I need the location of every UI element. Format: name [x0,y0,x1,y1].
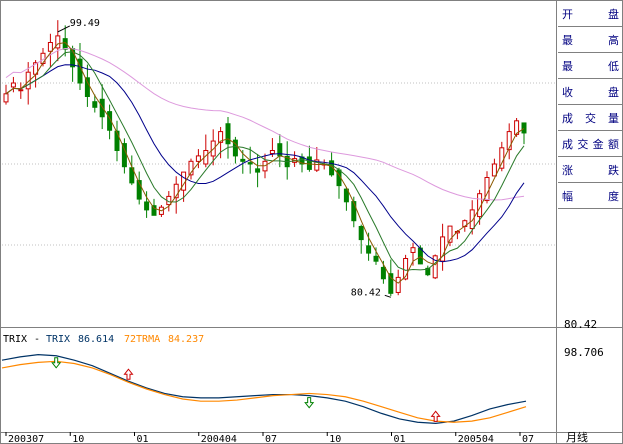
indicator-panel [1,354,527,424]
candle-body [395,276,401,293]
min-label: 80.42 [351,287,381,298]
indicator-header: TRIX - TRIX 86.614 72TRMA 84.237 [3,334,204,345]
trix-value: 86.614 [78,334,114,345]
max-leader [57,25,71,33]
chart-canvas: 99.49 80.42 200307 10 01 200404 07 10 01 200504 0… [0,0,623,444]
outer-border [0,0,623,444]
max-label: 99.49 [70,18,100,29]
x-tick-label: 01 [137,434,149,444]
candle-body [521,122,527,134]
candle-body [306,156,312,170]
candle-body [358,225,364,241]
candle-body [388,273,394,294]
candle-body [18,89,24,92]
candle-body [84,77,90,98]
indicator-axis-top-label: 98.706 [564,346,604,359]
x-tick-label: 01 [394,434,406,444]
candle-body [240,158,246,162]
candle-body [92,101,98,108]
candle-body [225,123,231,145]
candle-body [491,163,497,177]
price-axis-bottom-label: 80.42 [564,318,597,331]
candle-body [366,245,372,254]
candle-body [269,150,275,154]
signal-up-arrow [430,410,441,422]
chart-frame [0,0,623,444]
candle-body [47,42,53,52]
min-leader [384,294,391,298]
candle-body [195,155,201,162]
signal-down-arrow [51,357,62,369]
side-label: 收盘 [562,85,619,99]
trix-label: TRIX [46,334,70,345]
side-label: 成交金额 [562,137,619,151]
candle-body [247,162,253,165]
candle-body [99,98,105,118]
candle-body [351,201,357,222]
x-tick-label: 10 [329,434,341,444]
x-tick-label: 10 [72,434,84,444]
candle-body [10,82,16,88]
side-label: 成交量 [562,111,619,125]
candle-body [373,255,379,262]
x-tick-label: 200307 [8,434,44,444]
x-axis: 200307 10 01 200404 07 10 01 200504 07 [5,432,534,444]
x-tick-label: 07 [265,434,277,444]
signal-down-arrow [304,397,315,409]
x-tick-label: 200404 [201,434,237,444]
x-tick-label: 07 [522,434,534,444]
trma-line [1,360,527,423]
candle-body [410,247,416,253]
indicator-name: TRIX [3,334,27,345]
side-panel: 开盘最高最低收盘成交量成交金额涨跌幅度 [558,7,623,209]
price-panel: 99.49 80.42 [3,18,527,298]
side-label: 幅度 [562,189,619,203]
side-label: 最低 [562,60,619,73]
side-label: 开盘 [562,7,619,21]
side-label: 最高 [562,33,619,47]
period-label: 月线 [566,430,588,444]
trma-label: 72TRMA [124,334,160,345]
candle-body [114,130,120,152]
candle-body [3,93,9,103]
side-label: 涨跌 [562,163,619,177]
signal-up-arrow [123,368,134,380]
candle-body [144,201,150,211]
candle-body [255,168,261,173]
candle-body [380,266,386,280]
x-tick-label: 200504 [458,434,494,444]
trma-value: 84.237 [168,334,204,345]
indicator-separator: - [34,334,40,345]
candle-body [151,205,157,216]
